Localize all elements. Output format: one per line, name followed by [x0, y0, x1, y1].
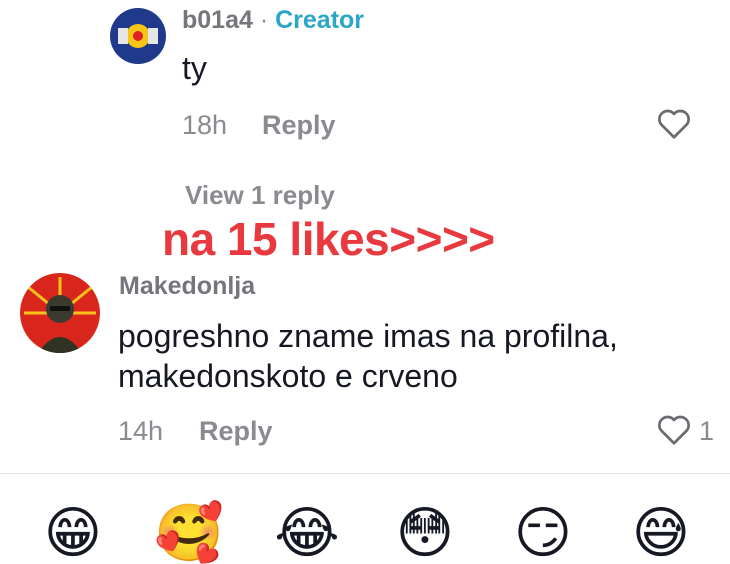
avatar-b01a4[interactable]: [110, 8, 166, 64]
comment-text-line: makedonskoto e crveno: [118, 358, 458, 394]
reply-button[interactable]: Reply: [262, 110, 336, 141]
comment-timestamp: 14h: [118, 416, 164, 446]
emoji-flushed[interactable]: 😳: [390, 505, 460, 561]
comment-author[interactable]: b01a4 · Creator: [182, 6, 364, 35]
like-count: 1: [699, 416, 715, 446]
username[interactable]: b01a4: [182, 6, 253, 34]
like-button[interactable]: [656, 412, 692, 446]
avatar-image: [20, 273, 100, 353]
view-replies-button[interactable]: View 1 reply: [185, 180, 335, 211]
like-button[interactable]: [656, 106, 692, 140]
comment-text: pogreshno zname imas na profilna, makedo…: [118, 316, 618, 396]
heart-icon: [658, 109, 690, 139]
reply-button[interactable]: Reply: [199, 416, 273, 447]
comment-timestamp: 18h: [182, 110, 228, 140]
heart-icon: [658, 415, 690, 445]
avatar-image: [110, 8, 166, 64]
overlay-caption: na 15 likes>>>>: [162, 213, 495, 265]
emoji-tears-of-joy[interactable]: 😂: [272, 505, 342, 561]
emoji-smirk[interactable]: 😏: [508, 505, 578, 561]
emoji-grin[interactable]: 😁: [38, 505, 108, 561]
creator-badge: Creator: [275, 6, 365, 34]
divider: [0, 473, 730, 474]
comment-text: ty: [182, 50, 207, 86]
comment-author[interactable]: Makedonlja: [119, 272, 255, 301]
emoji-sweat-smile[interactable]: 😅: [626, 505, 696, 561]
username[interactable]: Makedonlja: [119, 272, 255, 300]
separator: ·: [259, 6, 269, 34]
avatar-makedonlja[interactable]: [20, 273, 100, 353]
emoji-heart-eyes[interactable]: 🥰: [154, 505, 224, 561]
comment-text-line: pogreshno zname imas na profilna,: [118, 318, 618, 354]
